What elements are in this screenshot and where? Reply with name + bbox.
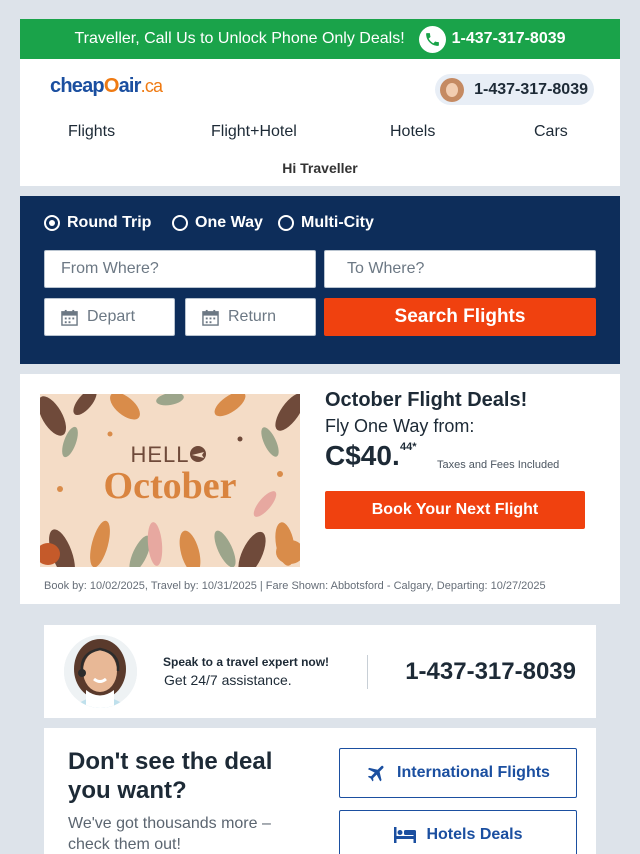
divider <box>367 655 368 689</box>
deal-tax-note: Taxes and Fees Included <box>437 459 560 471</box>
expert-subline: Get 24/7 assistance. <box>164 672 292 688</box>
depart-date-input[interactable]: Depart <box>44 298 175 336</box>
radio-selected-icon <box>44 215 60 231</box>
travel-expert-banner[interactable]: Speak to a travel expert now! Get 24/7 a… <box>44 625 596 718</box>
nav-flights[interactable]: Flights <box>68 123 115 141</box>
flight-search-panel: Round Trip One Way Multi-City From Where… <box>20 196 620 364</box>
nav-cars[interactable]: Cars <box>534 123 568 141</box>
radio-unselected-icon <box>278 215 294 231</box>
promo-call-bar[interactable]: Traveller, Call Us to Unlock Phone Only … <box>20 19 620 59</box>
more-deals-heading: Don't see the deal you want? <box>68 748 273 804</box>
from-input[interactable]: From Where? <box>44 250 316 288</box>
deal-subtitle: Fly One Way from: <box>325 416 475 436</box>
october-deal-card: HELL October October Flight Deals! Fly O… <box>20 374 620 604</box>
expert-headline: Speak to a travel expert now! <box>163 655 330 669</box>
calendar-icon <box>202 309 219 326</box>
image-hello-text: HELL <box>130 442 189 467</box>
cheapoair-logo[interactable]: cheapOair.ca <box>50 75 163 98</box>
deal-title: October Flight Deals! <box>325 389 528 411</box>
return-date-input[interactable]: Return <box>185 298 316 336</box>
expert-phone-number[interactable]: 1-437-317-8039 <box>405 658 576 686</box>
book-next-flight-button[interactable]: Book Your Next Flight <box>325 491 585 529</box>
agent-avatar <box>440 77 465 102</box>
promo-message: Traveller, Call Us to Unlock Phone Only … <box>74 30 405 47</box>
travel-expert-avatar <box>64 635 137 708</box>
radio-one-way[interactable]: One Way <box>172 214 263 232</box>
search-flights-button[interactable]: Search Flights <box>324 298 596 336</box>
airplane-icon <box>367 765 384 782</box>
deal-fine-print: Book by: 10/02/2025, Travel by: 10/31/20… <box>44 580 546 592</box>
international-flights-button[interactable]: International Flights <box>339 748 577 798</box>
nav-hotels[interactable]: Hotels <box>390 123 435 141</box>
radio-unselected-icon <box>172 215 188 231</box>
radio-multi-city[interactable]: Multi-City <box>278 214 374 232</box>
image-october-text: October <box>104 465 237 507</box>
calendar-icon <box>61 309 78 326</box>
hello-october-image[interactable]: HELL October <box>40 394 300 567</box>
header-phone-button[interactable]: 1-437-317-8039 <box>435 74 594 105</box>
greeting: Hi Traveller <box>282 160 358 176</box>
phone-icon <box>418 25 446 53</box>
header: cheapOair.ca 1-437-317-8039 Flights Flig… <box>20 59 620 186</box>
deal-price-cents: 44* <box>400 441 417 453</box>
promo-phone-number[interactable]: 1-437-317-8039 <box>452 30 566 48</box>
hotel-deals-button[interactable]: Hotels Deals <box>339 810 577 854</box>
bed-icon <box>394 827 417 843</box>
more-deals-text: We've got thousands more – check them ou… <box>68 815 271 853</box>
to-input[interactable]: To Where? <box>324 250 596 288</box>
more-deals-section: Don't see the deal you want? We've got t… <box>44 728 596 854</box>
radio-round-trip[interactable]: Round Trip <box>44 214 151 232</box>
header-phone-number: 1-437-317-8039 <box>474 80 588 98</box>
nav-flight-hotel[interactable]: Flight+Hotel <box>211 123 297 141</box>
deal-price: C$40. <box>325 440 400 471</box>
